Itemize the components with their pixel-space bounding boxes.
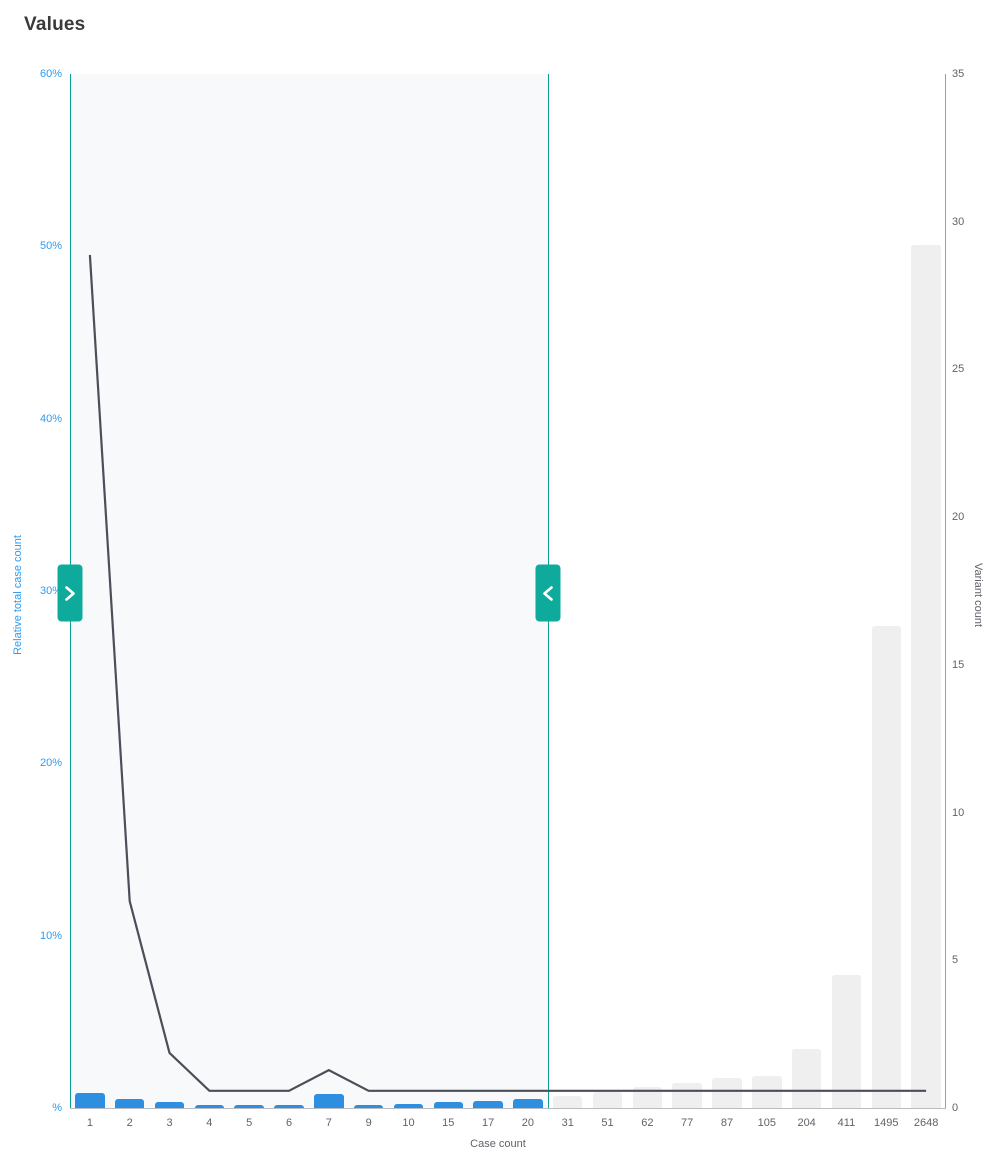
- x-axis-tick: 1: [86, 1117, 93, 1129]
- x-axis-tick: 6: [285, 1117, 293, 1129]
- left-axis-tick: 10%: [39, 929, 62, 942]
- x-axis-tick: 17: [481, 1117, 495, 1129]
- relative-case-count-line: [88, 254, 927, 1092]
- left-axis-tick: 50%: [39, 240, 62, 253]
- x-axis-tick: 2: [126, 1117, 133, 1129]
- x-axis-tick: 2648: [913, 1117, 939, 1129]
- range-slider-right-handle[interactable]: [535, 564, 561, 622]
- left-axis-tick: 20%: [39, 757, 62, 770]
- x-axis-tick: 31: [561, 1117, 574, 1129]
- right-axis-tick: 20: [952, 511, 965, 524]
- x-axis-tick: 87: [720, 1117, 734, 1129]
- left-axis-tick: 40%: [39, 412, 62, 425]
- range-slider-left-handle[interactable]: [57, 564, 83, 622]
- line-series-layer: [88, 254, 927, 1092]
- x-axis-tick: 51: [601, 1117, 614, 1129]
- x-axis-tick: 1495: [874, 1117, 899, 1129]
- right-axis-label: Variant count: [972, 562, 984, 628]
- x-axis-tick: 77: [681, 1117, 694, 1129]
- left-axis-tick: %: [52, 1102, 62, 1114]
- x-axis-label: Case count: [470, 1138, 526, 1150]
- x-axis-tick: 105: [757, 1117, 776, 1129]
- x-axis-tick: 5: [246, 1117, 253, 1129]
- right-axis-tick: 5: [952, 954, 959, 967]
- right-axis-tick: 15: [952, 658, 965, 671]
- right-axis-tick: 35: [952, 68, 965, 80]
- x-axis-tick: 20: [521, 1117, 535, 1129]
- x-axis-line: [70, 1108, 946, 1109]
- x-axis-tick: 9: [365, 1117, 372, 1129]
- right-axis-tick: 0: [952, 1102, 959, 1114]
- x-axis-tick: 204: [797, 1117, 816, 1129]
- left-axis-tick: 60%: [39, 68, 62, 80]
- right-axis-tick: 10: [952, 806, 965, 819]
- x-axis-tick: 7: [325, 1117, 332, 1129]
- x-axis-tick: 62: [641, 1117, 654, 1129]
- x-axis-tick: 4: [206, 1117, 213, 1129]
- chevron-left-icon: [543, 585, 553, 601]
- left-axis-label: Relative total case count: [12, 535, 24, 655]
- x-axis-tick: 10: [402, 1117, 415, 1129]
- x-axis-tick: 15: [442, 1117, 455, 1129]
- x-axis-tick: 3: [166, 1117, 173, 1129]
- values-chart: Values % 10% 20% 30% 40% 50% 60% 0 5 10 15 20 25 30 3…: [0, 0, 996, 1165]
- page-title: Values: [24, 14, 86, 35]
- right-axis-tick: 30: [952, 215, 965, 228]
- x-axis-tick: 411: [837, 1117, 856, 1129]
- chevron-right-icon: [65, 585, 75, 601]
- left-axis-tick: 30%: [39, 585, 62, 597]
- right-axis-tick: 25: [952, 363, 965, 376]
